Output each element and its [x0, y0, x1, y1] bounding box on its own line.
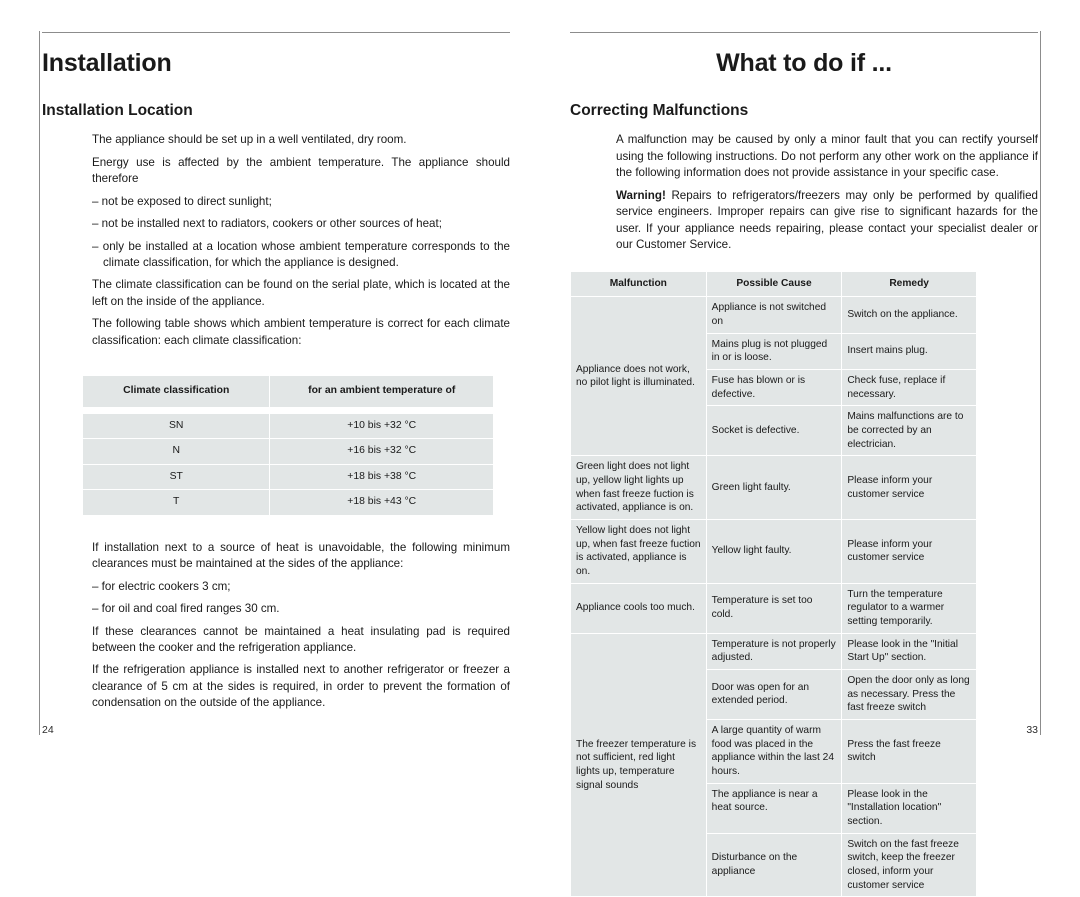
table-row: Green light does not light up, yellow li…: [571, 456, 976, 519]
remedy-cell: Please inform your customer service: [842, 519, 976, 583]
remedy-cell: Open the door only as long as necessary.…: [842, 669, 976, 719]
column-header-malfunction: Malfunction: [571, 272, 706, 297]
malfunction-troubleshooting-table: Malfunction Possible Cause Remedy Applia…: [570, 271, 977, 897]
table-row: N +16 bis +32 °C: [83, 439, 493, 464]
cause-cell: Yellow light faulty.: [706, 519, 842, 583]
climate-classification-table: Climate classification for an ambient te…: [82, 375, 494, 515]
right-body-block: A malfunction may be caused by only a mi…: [616, 132, 1038, 253]
page-spread: Installation Installation Location The a…: [0, 0, 1080, 897]
table-row: Appliance cools too much. Temperature is…: [571, 583, 976, 633]
left-page-top-rule: [42, 32, 510, 33]
section-heading-correcting-malfunctions: Correcting Malfunctions: [570, 101, 749, 119]
page-title-what-to-do-if: What to do if ...: [716, 49, 892, 77]
list-item: – only be installed at a location whose …: [92, 239, 510, 270]
climate-class-cell: SN: [83, 413, 270, 439]
page-number-left: 24: [42, 724, 54, 736]
cause-cell: Temperature is not properly adjusted.: [706, 633, 842, 669]
paragraph: The following table shows which ambient …: [92, 317, 510, 347]
paragraph: A malfunction may be caused by only a mi…: [616, 133, 1038, 180]
table-header-row: Climate classification for an ambient te…: [83, 376, 493, 407]
cause-cell: Socket is defective.: [706, 406, 842, 456]
list-item: – for oil and coal fired ranges 30 cm.: [92, 602, 280, 616]
cause-cell: A large quantity of warm food was placed…: [706, 719, 842, 783]
cause-cell: Disturbance on the appliance: [706, 833, 842, 897]
column-header: Climate classification: [83, 376, 270, 407]
table-row: The freezer temperature is not sufficien…: [571, 633, 976, 897]
cause-cell: Temperature is set too cold.: [706, 583, 842, 633]
cause-cell: Appliance is not switched on: [706, 297, 842, 333]
temperature-range-cell: +18 bis +38 °C: [270, 464, 493, 490]
paragraph: Energy use is affected by the ambient te…: [92, 155, 510, 186]
paragraph: The appliance should be set up in a well…: [92, 133, 407, 147]
paragraph: If installation next to a source of heat…: [92, 540, 510, 571]
remedy-cell: Please inform your customer service: [842, 456, 976, 519]
remedy-cell: Please look in the "Installation locatio…: [842, 783, 976, 833]
cause-cell: Green light faulty.: [706, 456, 842, 519]
page-number-right: 33: [1026, 724, 1038, 736]
malfunction-cell: Appliance does not work, no pilot light …: [571, 297, 706, 456]
left-body-block-1: The appliance should be set up in a well…: [92, 132, 510, 349]
cause-cell: Mains plug is not plugged in or is loose…: [706, 333, 842, 369]
remedy-cell: Switch on the fast freeze switch, keep t…: [842, 833, 976, 897]
right-page-edge-rule: [1040, 31, 1041, 735]
list-item: – not be installed next to radiators, co…: [92, 217, 442, 231]
table-row: T +18 bis +43 °C: [83, 490, 493, 515]
right-page-top-rule: [570, 32, 1038, 33]
table-row: ST +18 bis +38 °C: [83, 464, 493, 490]
right-page: What to do if ... Correcting Malfunction…: [540, 0, 1080, 897]
malfunction-cell: Green light does not light up, yellow li…: [571, 456, 706, 519]
remedy-cell: Mains malfunctions are to be corrected b…: [842, 406, 976, 456]
column-header-remedy: Remedy: [842, 272, 976, 297]
table-header-row: Malfunction Possible Cause Remedy: [571, 272, 976, 297]
list-item: – not be exposed to direct sunlight;: [92, 194, 272, 208]
temperature-range-cell: +18 bis +43 °C: [270, 490, 493, 515]
temperature-range-cell: +10 bis +32 °C: [270, 413, 493, 439]
paragraph: If these clearances cannot be maintained…: [92, 624, 510, 654]
page-title-installation: Installation: [42, 49, 172, 77]
left-body-block-2: If installation next to a source of heat…: [92, 540, 510, 712]
cause-cell: Door was open for an extended period.: [706, 669, 842, 719]
table-row: Appliance does not work, no pilot light …: [571, 297, 976, 456]
warning-paragraph: Warning! Repairs to refrigerators/freeze…: [616, 188, 1038, 254]
warning-label: Warning!: [616, 188, 666, 202]
paragraph: If the refrigeration appliance is instal…: [92, 663, 510, 710]
remedy-cell: Check fuse, replace if necessary.: [842, 369, 976, 406]
column-header: for an ambient temperature of: [270, 376, 493, 407]
paragraph: The climate classification can be found …: [92, 278, 510, 308]
left-page: Installation Installation Location The a…: [0, 0, 540, 763]
table-row: SN +10 bis +32 °C: [83, 413, 493, 439]
climate-class-cell: ST: [83, 464, 270, 490]
table-row: Yellow light does not light up, when fas…: [571, 519, 976, 583]
climate-class-cell: N: [83, 439, 270, 464]
malfunction-cell: Appliance cools too much.: [571, 583, 706, 633]
climate-class-cell: T: [83, 490, 270, 515]
section-heading-installation-location: Installation Location: [42, 101, 193, 119]
temperature-range-cell: +16 bis +32 °C: [270, 439, 493, 464]
column-header-possible-cause: Possible Cause: [706, 272, 842, 297]
malfunction-cell: The freezer temperature is not sufficien…: [571, 633, 706, 897]
remedy-cell: Switch on the appliance.: [842, 297, 976, 333]
malfunction-cell: Yellow light does not light up, when fas…: [571, 519, 706, 583]
cause-cell: The appliance is near a heat source.: [706, 783, 842, 833]
remedy-cell: Insert mains plug.: [842, 333, 976, 369]
remedy-cell: Turn the temperature regulator to a warm…: [842, 583, 976, 633]
remedy-cell: Please look in the "Initial Start Up" se…: [842, 633, 976, 669]
cause-cell: Fuse has blown or is defective.: [706, 369, 842, 406]
remedy-cell: Press the fast freeze switch: [842, 719, 976, 783]
warning-text: Repairs to refrigerators/freezers may on…: [616, 188, 1038, 252]
left-page-edge-rule: [39, 31, 40, 735]
table-spacer-row: [83, 407, 493, 413]
list-item: – for electric cookers 3 cm;: [92, 579, 231, 593]
